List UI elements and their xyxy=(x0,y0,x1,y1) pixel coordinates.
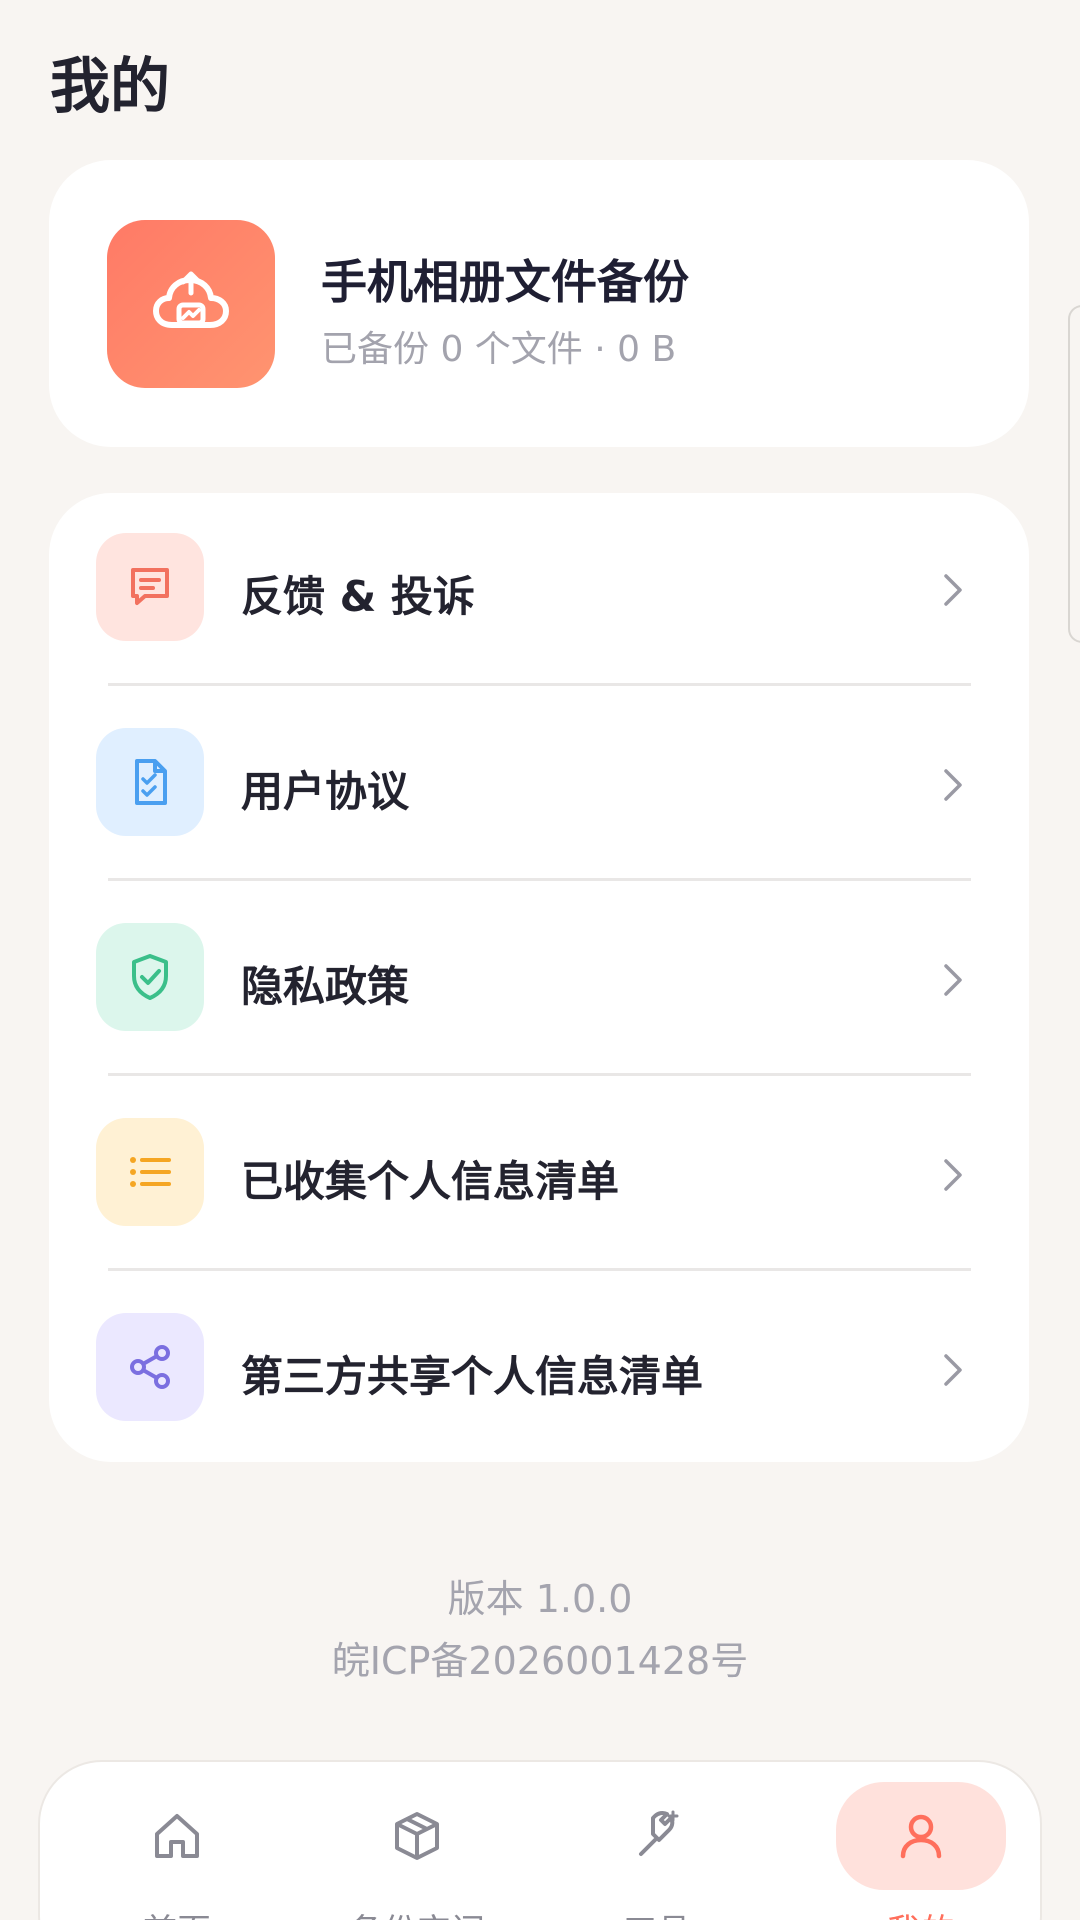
bottom-tab-bar: 首页 备份空间 工具 我的 xyxy=(38,1760,1042,1920)
menu-item-privacy-policy[interactable]: 隐私政策 xyxy=(49,883,1029,1078)
page-title: 我的 xyxy=(50,52,170,122)
menu-item-third-party-info[interactable]: 第三方共享个人信息清单 xyxy=(49,1273,1029,1468)
tab-backup-space[interactable] xyxy=(332,1782,502,1890)
menu-item-label: 隐私政策 xyxy=(241,962,410,1011)
divider xyxy=(108,1268,971,1271)
divider xyxy=(108,878,971,881)
chevron-right-icon xyxy=(933,765,973,805)
tab-tools-label[interactable]: 工具 xyxy=(557,1904,757,1920)
tab-tools[interactable] xyxy=(572,1782,742,1890)
backup-title: 手机相册文件备份 xyxy=(321,255,689,309)
tab-me[interactable] xyxy=(836,1782,1006,1890)
tab-backup-space-label[interactable]: 备份空间 xyxy=(317,1904,517,1920)
icp-license[interactable]: 皖ICP备2026001428号 xyxy=(0,1630,1080,1685)
chevron-right-icon xyxy=(933,960,973,1000)
tab-home[interactable] xyxy=(92,1782,262,1890)
tab-me-label[interactable]: 我的 xyxy=(821,1904,1021,1920)
list-icon xyxy=(96,1118,204,1226)
backup-status: 已备份 0 个文件 · 0 B xyxy=(321,329,677,370)
chevron-right-icon xyxy=(933,1350,973,1390)
document-check-icon xyxy=(96,728,204,836)
menu-item-feedback[interactable]: 反馈 & 投诉 xyxy=(49,493,1029,688)
menu-item-label: 第三方共享个人信息清单 xyxy=(241,1352,704,1401)
menu-item-collected-info[interactable]: 已收集个人信息清单 xyxy=(49,1078,1029,1273)
box-icon xyxy=(395,1812,439,1860)
shield-check-icon xyxy=(96,923,204,1031)
home-icon xyxy=(155,1814,199,1858)
menu-item-label: 已收集个人信息清单 xyxy=(241,1157,620,1206)
settings-menu: 反馈 & 投诉 用户协议 隐私政策 已收集个人信息清单 第三方共享个人信息清单 xyxy=(49,493,1029,1462)
scroll-edge-handle[interactable] xyxy=(1068,305,1080,643)
backup-card[interactable]: 手机相册文件备份 已备份 0 个文件 · 0 B xyxy=(49,160,1029,447)
app-version: 版本 1.0.0 xyxy=(447,1577,633,1621)
tab-home-label[interactable]: 首页 xyxy=(77,1904,277,1920)
menu-item-user-agreement[interactable]: 用户协议 xyxy=(49,688,1029,883)
divider xyxy=(108,683,971,686)
share-icon xyxy=(96,1313,204,1421)
menu-item-label: 反馈 & 投诉 xyxy=(241,572,475,621)
menu-item-label: 用户协议 xyxy=(241,767,410,816)
tool-icon xyxy=(639,1810,679,1856)
chevron-right-icon xyxy=(933,1155,973,1195)
message-icon xyxy=(96,533,204,641)
divider xyxy=(108,1073,971,1076)
chevron-right-icon xyxy=(933,570,973,610)
user-icon xyxy=(900,1814,942,1859)
cloud-upload-icon xyxy=(107,220,275,388)
